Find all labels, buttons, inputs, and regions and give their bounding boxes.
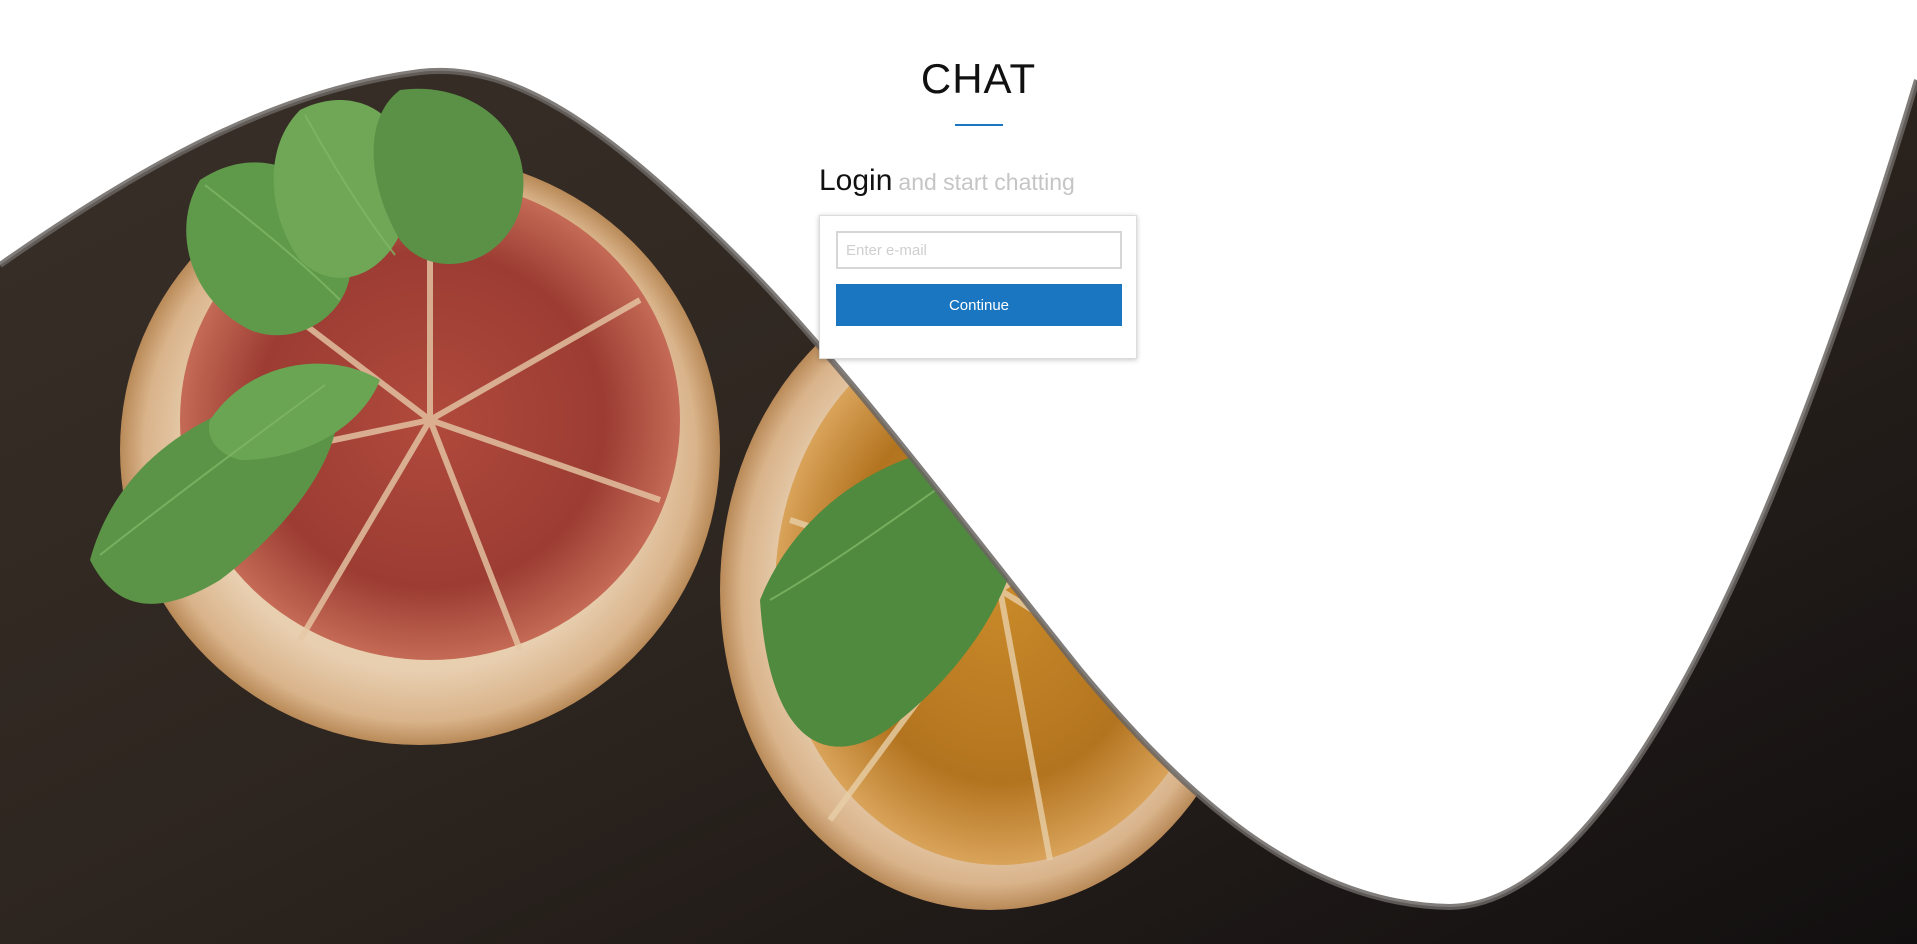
email-input[interactable] [836, 231, 1122, 269]
app-header: CHAT [0, 54, 1917, 126]
continue-button[interactable]: Continue [836, 284, 1122, 326]
login-title: Login [819, 164, 893, 197]
app-title: CHAT [920, 55, 1037, 102]
login-heading: Login and start chatting [819, 162, 1139, 205]
login-card: Continue [819, 215, 1137, 359]
title-divider [954, 124, 1003, 126]
page: CHAT Loginand start chatting Continue [0, 0, 1917, 944]
login-section: Loginand start chatting Continue [819, 162, 1139, 359]
login-subtitle: and start chatting [898, 169, 1075, 195]
background-photo [0, 67, 1917, 944]
